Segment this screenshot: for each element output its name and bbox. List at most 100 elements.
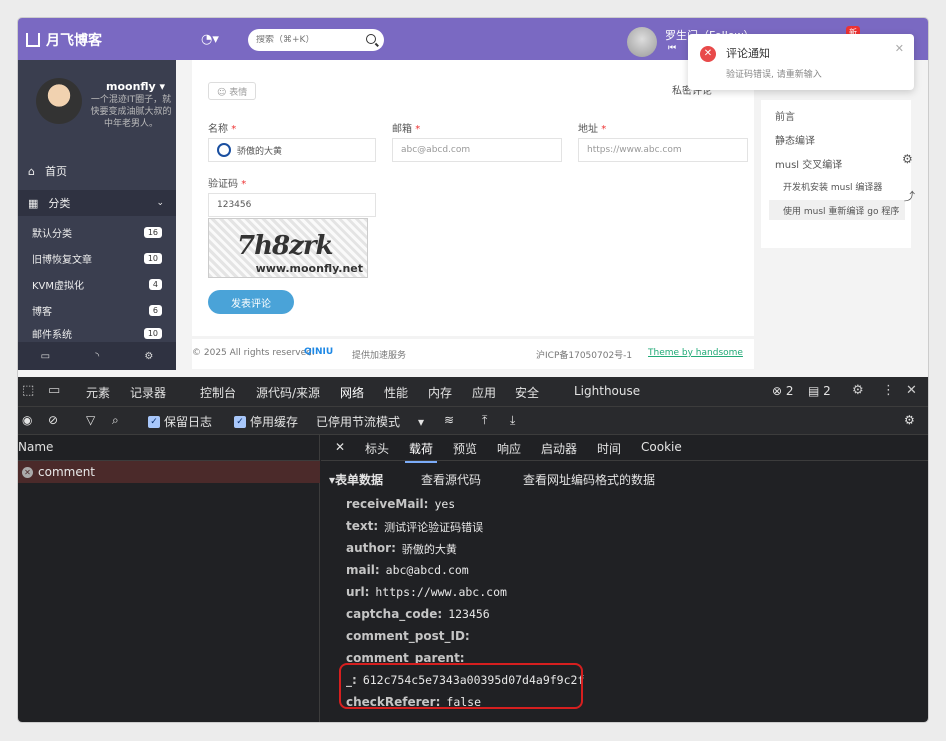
category-item[interactable]: 旧博恢复文章 10	[32, 248, 162, 268]
disable-cache-checkbox[interactable]: ✓ 停用缓存	[234, 413, 298, 430]
notification-message: 验证码错误, 请重新输入	[726, 70, 822, 80]
toc-item[interactable]: 前言	[775, 108, 795, 123]
network-settings-icon[interactable]: ⚙	[904, 413, 915, 427]
search-box[interactable]	[248, 29, 384, 51]
detail-tabbar: ✕ 标头 载荷 预览 响应 启动器 时间 Cookie	[321, 435, 928, 463]
export-har-icon[interactable]: ⤓	[510, 413, 515, 428]
qiniu-logo[interactable]: QINIU	[304, 347, 333, 357]
profile-description: 一个混迹IT圈子，就快要变成油腻大叔的中年老男人。	[90, 95, 172, 129]
search-icon[interactable]	[366, 34, 376, 44]
grid-icon: ▦	[28, 196, 39, 210]
toc-subitem[interactable]: 开发机安装 musl 编译器	[769, 176, 905, 196]
tab-elements[interactable]: 元素	[86, 384, 110, 401]
throttling-select[interactable]: 已停用节流模式 ▾	[316, 413, 424, 430]
tab-performance[interactable]: 性能	[384, 384, 408, 401]
nav-home-label: 首页	[44, 165, 67, 178]
icp-link[interactable]: 沪ICP备17050702号-1	[536, 348, 632, 361]
tab-lighthouse[interactable]: Lighthouse	[574, 384, 640, 398]
devtools-panel: ⬚ ▭ 元素 记录器 控制台 源代码/来源 网络 性能 内存 应用 安全 Lig…	[18, 377, 928, 722]
preserve-log-checkbox[interactable]: ✓ 保留日志	[148, 413, 212, 430]
inspect-icon[interactable]: ⬚	[22, 383, 34, 398]
tab-response[interactable]: 响应	[497, 440, 521, 457]
gear-icon[interactable]: ⚙	[902, 152, 913, 166]
category-name: 默认分类	[32, 228, 72, 240]
user-avatar[interactable]	[627, 27, 657, 57]
settings-icon[interactable]: ⚙	[852, 383, 864, 398]
clear-icon[interactable]: ⊘	[48, 413, 58, 427]
tab-console[interactable]: 控制台	[200, 384, 236, 401]
category-item[interactable]: 邮件系统 10	[32, 326, 162, 340]
captcha-code: 7h8zrk	[237, 231, 334, 261]
rss-icon[interactable]: ◝	[95, 351, 99, 362]
tab-preview[interactable]: 预览	[453, 440, 477, 457]
profile-name[interactable]: moonfly ▾	[106, 80, 165, 93]
category-name: 旧博恢复文章	[32, 254, 92, 266]
filter-icon[interactable]: ▽	[86, 413, 95, 427]
search-input[interactable]	[256, 35, 356, 45]
tab-initiator[interactable]: 启动器	[541, 440, 577, 457]
submit-comment-button[interactable]: 发表评论	[208, 290, 294, 314]
gear-icon[interactable]: ⚙	[144, 351, 153, 362]
copyright: © 2025 All rights reserved.	[192, 348, 315, 358]
tab-headers[interactable]: 标头	[365, 440, 389, 457]
back-to-top-icon[interactable]: ⤴	[904, 188, 915, 204]
view-url-encoded-link[interactable]: 查看网址编码格式的数据	[523, 471, 655, 488]
tab-recorder[interactable]: 记录器	[130, 384, 166, 401]
error-count[interactable]: ⊗ 2	[772, 384, 794, 398]
tab-cookies[interactable]: Cookie	[641, 440, 682, 454]
toc-item[interactable]: musl 交叉编译	[775, 156, 842, 171]
error-notification: ✕ 评论通知 验证码错误, 请重新输入 ✕	[688, 34, 914, 90]
emoji-button[interactable]: ☺ 表情	[208, 82, 257, 100]
view-source-link[interactable]: 查看源代码	[421, 471, 481, 488]
category-item[interactable]: 博客 6	[32, 300, 162, 320]
nav-home[interactable]: ⌂ 首页	[18, 158, 176, 184]
tab-sources[interactable]: 源代码/来源	[256, 384, 320, 401]
request-list: Name ✕ comment	[18, 435, 320, 722]
search-icon[interactable]: ⌕	[112, 413, 119, 428]
captcha-image[interactable]: 7h8zrk www.moonfly.net	[208, 218, 368, 278]
category-item[interactable]: 默认分类 16	[32, 222, 162, 242]
tab-security[interactable]: 安全	[515, 384, 539, 401]
more-icon[interactable]: ⋮	[882, 383, 895, 398]
form-data-section[interactable]: ▾表单数据	[329, 471, 383, 488]
category-count: 16	[143, 226, 162, 238]
category-count: 10	[143, 252, 162, 264]
tab-payload[interactable]: 载荷	[404, 440, 438, 463]
close-icon[interactable]: ✕	[906, 383, 917, 398]
category-item[interactable]: KVM虚拟化 4	[32, 274, 162, 294]
record-icon[interactable]: ◉	[22, 413, 32, 427]
toc-subitem[interactable]: 使用 musl 重新编译 go 程序	[769, 200, 905, 220]
home-icon	[26, 33, 40, 47]
toc-item[interactable]: 静态编译	[775, 132, 815, 147]
network-toolbar: ◉ ⊘ ▽ ⌕ ✓ 保留日志 ✓ 停用缓存 已停用节流模式 ▾ ≋ ⤒ ⤓ ⚙	[18, 407, 928, 435]
nav-category[interactable]: ▦ 分类 ⌄	[18, 190, 176, 216]
tab-application[interactable]: 应用	[472, 384, 496, 401]
site-brand[interactable]: 月飞博客	[26, 30, 102, 50]
close-icon[interactable]: ✕	[335, 440, 345, 454]
player-icon[interactable]: ⏮	[668, 43, 676, 53]
email-field[interactable]: abc@abcd.com	[392, 138, 562, 162]
failed-request-icon: ✕	[22, 466, 33, 478]
theme-toggle-icon[interactable]: ◔▾	[201, 32, 219, 47]
payload-row: mail: abc@abcd.com	[346, 563, 469, 577]
name-field[interactable]: 骄傲的大黄	[208, 138, 376, 162]
browser-window: 月飞博客 ◔▾ 罗生门（Follow） ⏮ 新 moonfly ▾ 一个混迹IT…	[18, 18, 928, 722]
profile-avatar[interactable]	[36, 78, 82, 124]
tab-network[interactable]: 网络	[340, 384, 365, 409]
devtools-tabbar: ⬚ ▭ 元素 记录器 控制台 源代码/来源 网络 性能 内存 应用 安全 Lig…	[18, 377, 928, 409]
comment-icon[interactable]: ▭	[41, 351, 50, 362]
theme-link[interactable]: Theme by handsome	[648, 348, 743, 358]
tab-memory[interactable]: 内存	[428, 384, 452, 401]
close-icon[interactable]: ✕	[895, 42, 904, 55]
url-field[interactable]: https://www.abc.com	[578, 138, 748, 162]
name-column-header[interactable]: Name	[18, 435, 320, 461]
tab-timing[interactable]: 时间	[597, 440, 621, 457]
captcha-input[interactable]: 123456	[208, 193, 376, 217]
message-count[interactable]: ▤ 2	[808, 384, 831, 398]
import-har-icon[interactable]: ⤒	[482, 413, 487, 428]
cdn-text: 提供加速服务	[352, 351, 407, 361]
network-conditions-icon[interactable]: ≋	[444, 413, 454, 427]
request-row[interactable]: ✕ comment	[18, 461, 320, 483]
sidebar-footer: ▭ ◝ ⚙	[18, 342, 176, 370]
device-toggle-icon[interactable]: ▭	[48, 383, 60, 398]
